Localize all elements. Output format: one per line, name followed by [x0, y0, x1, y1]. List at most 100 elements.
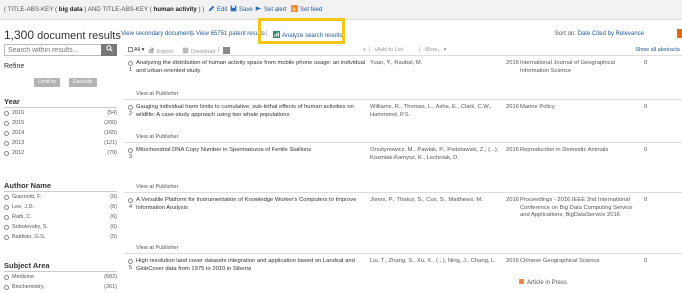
facet-label: Giannotti, F.	[12, 194, 42, 200]
sort-options: Sort on: Date Cited by Relevance	[555, 31, 644, 37]
result-title[interactable]: Analyzing the distribution of human acti…	[136, 60, 371, 75]
result-year: 2016	[506, 147, 519, 153]
export-icon	[148, 47, 155, 54]
checkbox[interactable]	[4, 151, 9, 156]
facet-count: (54)	[107, 110, 117, 116]
export-button[interactable]: Export	[148, 47, 173, 55]
view-at-publisher-link[interactable]: View at Publisher	[136, 134, 178, 140]
view-at-publisher-link[interactable]: View at Publisher	[136, 91, 178, 97]
result-title[interactable]: Gauging individual harm limits to cumula…	[136, 104, 371, 119]
result-cited-by[interactable]: 0	[644, 60, 647, 66]
result-cited-by[interactable]: 0	[644, 104, 647, 110]
facet-subject-item[interactable]: Biochemistry, (261)	[4, 284, 117, 292]
add-to-list-button[interactable]: +Add to List	[374, 47, 403, 53]
facet-label: 2014	[12, 130, 25, 136]
checkbox[interactable]	[4, 215, 9, 220]
view-at-publisher-link[interactable]: View at Publisher	[136, 245, 178, 251]
show-all-abstracts-link[interactable]: Show all abstracts	[635, 47, 680, 53]
facet-count: (6)	[110, 214, 117, 220]
checkbox[interactable]	[4, 121, 9, 126]
facet-year-item[interactable]: 2014 (165)	[4, 130, 117, 138]
facet-label: 2012	[12, 150, 25, 156]
search-button[interactable]	[101, 44, 117, 56]
sort-cited[interactable]: Cited by	[592, 31, 614, 37]
set-feed-button[interactable]: Set feed	[291, 5, 322, 13]
search-input[interactable]	[5, 45, 103, 55]
facet-year-item[interactable]: 2016 (54)	[4, 110, 117, 118]
facet-label: Biochemistry,	[12, 284, 45, 290]
view-patent-link[interactable]: View 65751 patent results	[196, 31, 265, 37]
result-source[interactable]: Reproduction in Domestic Animals	[520, 147, 640, 155]
result-year: 2016	[506, 258, 519, 264]
result-cited-by[interactable]: 0	[644, 147, 647, 153]
result-cited-by[interactable]: 0	[644, 258, 647, 264]
result-checkbox[interactable]	[128, 198, 133, 203]
result-checkbox[interactable]	[128, 105, 133, 110]
facet-author-item[interactable]: Sobolevsky, S. (6)	[4, 224, 117, 232]
result-authors[interactable]: Orsztynowicz, M., Pawlak, P., Podstawski…	[370, 147, 500, 162]
checkbox[interactable]	[4, 205, 9, 210]
facet-author-item[interactable]: Ratti, C. (6)	[4, 214, 117, 222]
checkbox[interactable]	[4, 141, 9, 146]
result-title[interactable]: A Versatile Platform for Instrumentation…	[136, 197, 371, 212]
chevron-down-icon: ▾	[140, 47, 145, 53]
facet-year-item[interactable]: 2015 (200)	[4, 120, 117, 128]
checkbox[interactable]	[4, 195, 9, 200]
limit-to-button[interactable]: Limit to	[34, 78, 60, 87]
result-checkbox[interactable]	[128, 259, 133, 264]
facet-author-item[interactable]: Baldwin, G.S. (5)	[4, 234, 117, 242]
checkbox[interactable]	[4, 111, 9, 116]
result-authors[interactable]: Jones, P., Thakur, S., Cox, S., Matthews…	[370, 197, 500, 205]
select-all-checkbox[interactable]: All ▾	[128, 47, 144, 53]
results-count-number: 1,300	[4, 28, 35, 42]
facet-label: Baldwin, G.S.	[12, 234, 46, 240]
result-row: 4 A Versatile Platform for Instrumentati…	[124, 194, 682, 254]
result-title[interactable]: High resolution land cover datasets inte…	[136, 258, 371, 273]
facet-label: Medicine	[12, 274, 35, 280]
checkbox[interactable]	[4, 225, 9, 230]
checkbox[interactable]	[4, 285, 9, 290]
view-at-publisher-link[interactable]: View at Publisher	[136, 184, 178, 190]
result-row: 1 Analyzing the distribution of human ac…	[124, 57, 682, 100]
sort-date[interactable]: Date	[578, 31, 591, 37]
facet-year-item[interactable]: 2013 (121)	[4, 140, 117, 148]
result-source[interactable]: Marine Policy	[520, 104, 640, 112]
checkbox[interactable]	[4, 131, 9, 136]
result-title[interactable]: Mitochondrial DNA Copy Number in Spermat…	[136, 147, 371, 155]
divider: |	[218, 47, 220, 53]
exclude-button[interactable]: Exclude	[69, 78, 97, 87]
save-icon	[230, 5, 237, 12]
divider: |	[369, 47, 371, 53]
result-checkbox[interactable]	[128, 148, 133, 153]
result-authors[interactable]: Williams, R., Thomas, L., Ashe, E., Clar…	[370, 104, 500, 119]
lists-icon[interactable]	[223, 47, 232, 55]
result-source[interactable]: Proceedings - 2016 IEEE 2nd Internationa…	[520, 197, 640, 220]
result-number: 5	[129, 265, 133, 271]
checkbox[interactable]	[4, 235, 9, 240]
view-lists-label[interactable]: s	[363, 47, 366, 53]
view-secondary-link[interactable]: View secondary documents	[121, 31, 194, 37]
more-button[interactable]: More... ▾	[425, 47, 446, 53]
download-button[interactable]: Download	[182, 47, 215, 55]
result-source[interactable]: International Journal of Geographical In…	[520, 60, 640, 75]
facet-author-item[interactable]: Lee, J.D. (6)	[4, 204, 117, 212]
result-authors[interactable]: Yuan, Y., Raubal, M.	[370, 60, 500, 68]
result-cited-by[interactable]: 0	[644, 197, 647, 203]
edit-button[interactable]: Edit	[208, 5, 227, 13]
save-button[interactable]: Save	[230, 5, 253, 13]
checkbox[interactable]	[4, 275, 9, 280]
result-authors[interactable]: Liu, T., Zhang, S., Xu, X., (...), Ning,…	[370, 258, 500, 266]
lists-icon	[223, 47, 230, 54]
result-checkbox[interactable]	[128, 61, 133, 66]
facet-label: 2016	[12, 110, 25, 116]
sort-dropdown-icon[interactable]	[677, 29, 682, 38]
facet-subject-item[interactable]: Medicine (582)	[4, 274, 117, 282]
result-source[interactable]: Chinese Geographical Science	[520, 258, 640, 266]
divider	[4, 107, 117, 108]
facet-label: Ratti, C.	[12, 214, 32, 220]
facet-year-item[interactable]: 2012 (79)	[4, 150, 117, 158]
sort-relevance[interactable]: Relevance	[616, 31, 644, 37]
result-number: 1	[129, 67, 133, 73]
facet-author-item[interactable]: Giannotti, F. (6)	[4, 194, 117, 202]
set-alert-button[interactable]: Set alert	[255, 5, 286, 13]
